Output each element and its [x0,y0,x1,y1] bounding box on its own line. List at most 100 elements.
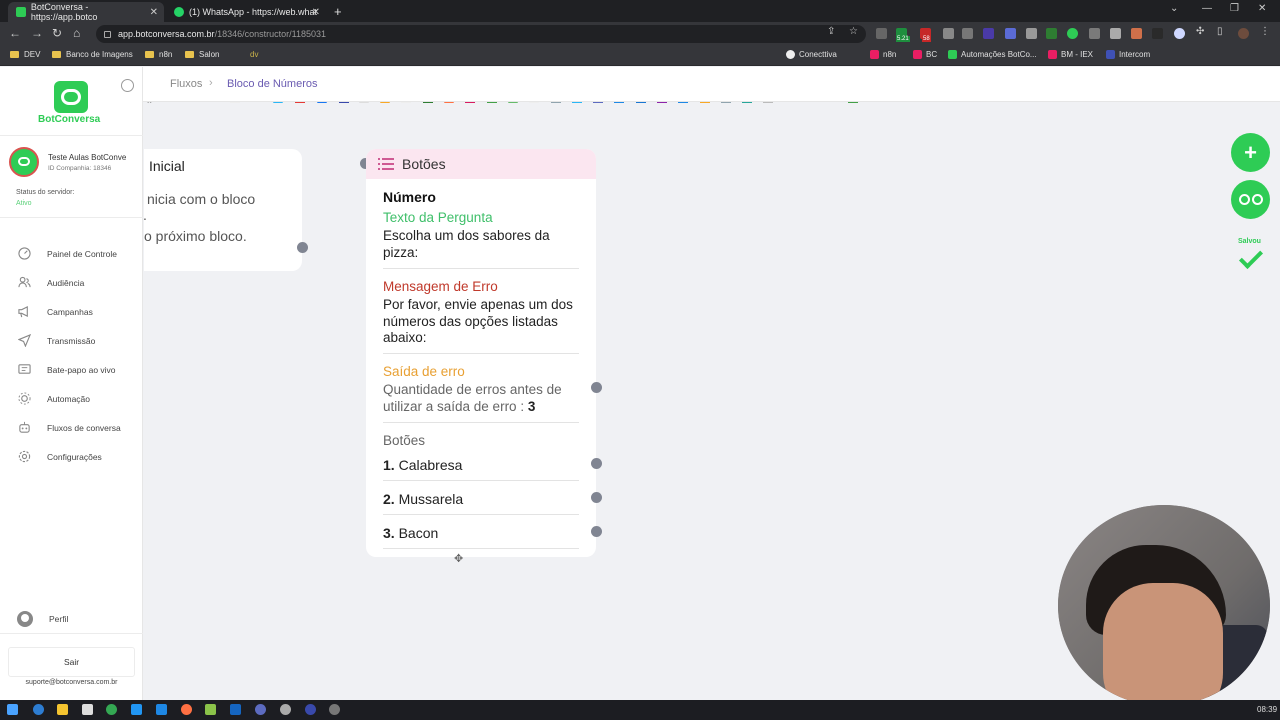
share-icon[interactable]: ⇪ [827,26,835,37]
glasses-icon [1238,194,1250,205]
add-block-button[interactable]: + [1231,133,1270,172]
app-icon[interactable] [156,704,167,715]
address-bar[interactable]: app.botconversa.com.br/18346/constructor… [96,25,866,43]
notepad-icon[interactable] [82,704,93,715]
start-block-output-port[interactable] [297,242,308,253]
extension-icon[interactable] [1089,28,1100,39]
bookmark-label: Intercom [1119,50,1151,59]
bookmark-link[interactable]: Automações BotCo... [948,50,1037,59]
divider [383,548,579,549]
extension-icon[interactable] [1110,28,1121,39]
sidebar-item-painel-de-controle[interactable]: Painel de Controle [18,247,117,260]
button-option[interactable]: 2. Mussarela [383,491,463,507]
bookmark-label: BM - IEX [1061,50,1094,59]
minimize-icon[interactable]: — [1202,3,1212,14]
app-icon[interactable] [205,704,216,715]
home-icon[interactable]: ⌂ [73,26,80,40]
buttons-block[interactable]: Botões Número Texto da Pergunta Escolha … [366,149,596,557]
bookmark-folder[interactable]: DEV [10,50,40,59]
bookmark-link[interactable]: BM - IEX [1048,50,1093,59]
sidebar-item-campanhas[interactable]: Campanhas [18,305,93,318]
bookmark-link[interactable]: n8n [870,50,896,59]
extension-icon[interactable] [1131,28,1142,39]
mail-icon[interactable] [131,704,142,715]
error-message-label: Mensagem de Erro [383,279,498,294]
extension-icon[interactable] [1005,28,1016,39]
extension-icon[interactable] [943,28,954,39]
folder-icon [52,51,61,58]
extension-icon[interactable] [1026,28,1037,39]
profile-link[interactable]: Perfil [17,611,68,627]
bookmark-label: n8n [883,50,897,59]
sidebar-item-label: Automação [47,393,90,404]
extension-icon[interactable] [983,28,994,39]
forward-icon[interactable]: → [31,26,43,40]
lock-icon [104,30,111,38]
option-output-port[interactable] [591,526,602,537]
bookmark-label: dv [250,50,259,59]
server-status-value: Ativo [16,200,32,207]
close-window-icon[interactable]: ✕ [1258,3,1266,14]
option-output-port[interactable] [591,458,602,469]
preview-glasses-button[interactable] [1231,180,1270,219]
glasses-icon [1251,194,1263,205]
start-block[interactable]: Inicial nicia com o bloco . o próximo bl… [144,149,302,271]
sidepanel-icon[interactable]: ▯ [1217,26,1223,37]
app-icon[interactable] [305,704,316,715]
breadcrumb-parent[interactable]: Fluxos [170,78,202,90]
botconversa-logo-icon[interactable] [54,81,88,113]
back-icon[interactable]: ← [9,26,21,40]
edge-icon[interactable] [33,704,44,715]
extension-icon[interactable] [1152,28,1163,39]
extension-icon[interactable] [1046,28,1057,39]
firefox-icon[interactable] [181,704,192,715]
sidebar-item-bate-papo[interactable]: Bate-papo ao vivo [18,363,116,376]
support-email[interactable]: suporte@botconversa.com.br [0,679,143,686]
tab-botconversa[interactable]: BotConversa - https://app.botco ✕ [8,2,164,22]
error-exit-output-port[interactable] [591,382,602,393]
extension-icon[interactable] [876,28,887,39]
start-block-text: o próximo bloco. [144,228,247,244]
divider [383,514,579,515]
windows-start-icon[interactable] [7,704,18,715]
restore-icon[interactable]: ❐ [1230,3,1239,14]
bookmark-folder[interactable]: n8n [145,50,172,59]
bookmark-link[interactable]: dv [250,50,258,59]
tab-whatsapp[interactable]: (1) WhatsApp - https://web.what ✕ [166,2,326,22]
bookmark-link[interactable]: BC [913,50,937,59]
menu-kebab-icon[interactable]: ⋮ [1260,26,1270,37]
chevron-down-icon[interactable]: ⌄ [1170,3,1178,14]
sidebar-item-transmissao[interactable]: Transmissão [18,334,95,347]
discord-icon[interactable] [255,704,266,715]
chrome-icon[interactable] [106,704,117,715]
reload-icon[interactable]: ↻ [52,26,62,40]
new-tab-button[interactable]: + [334,4,342,19]
file-explorer-icon[interactable] [57,704,68,715]
globe-icon[interactable] [121,79,134,92]
sidebar-item-audiencia[interactable]: Audiência [18,276,84,289]
bookmark-folder[interactable]: Salon [185,50,219,59]
puzzle-icon[interactable]: ✣ [1196,26,1204,37]
sidebar-item-automacao[interactable]: Automação [18,392,90,405]
bookmark-icon [870,50,879,59]
star-icon[interactable]: ☆ [849,26,858,37]
button-option[interactable]: 1. Calabresa [383,457,462,473]
button-option[interactable]: 3. Bacon [383,525,438,541]
sidebar-item-fluxos[interactable]: Fluxos de conversa [18,421,121,434]
option-output-port[interactable] [591,492,602,503]
sidebar-item-configuracoes[interactable]: Configurações [18,450,102,463]
photoshop-icon[interactable] [230,704,241,715]
bookmark-link[interactable]: Intercom [1106,50,1150,59]
bookmark-folder[interactable]: Banco de Imagens [52,50,133,59]
extension-icon[interactable] [1067,28,1078,39]
logout-button[interactable]: Sair [8,647,135,677]
chrome-profile-icon[interactable] [280,704,291,715]
bookmark-link[interactable]: Conecttiva [786,50,837,59]
close-tab-icon[interactable]: ✕ [312,7,320,18]
profile-avatar-icon[interactable] [1238,28,1249,39]
extension-icon[interactable] [1174,28,1185,39]
app-icon[interactable] [329,704,340,715]
block-title: Botões [402,156,446,172]
close-tab-icon[interactable]: ✕ [150,7,158,18]
extension-icon[interactable] [962,28,973,39]
